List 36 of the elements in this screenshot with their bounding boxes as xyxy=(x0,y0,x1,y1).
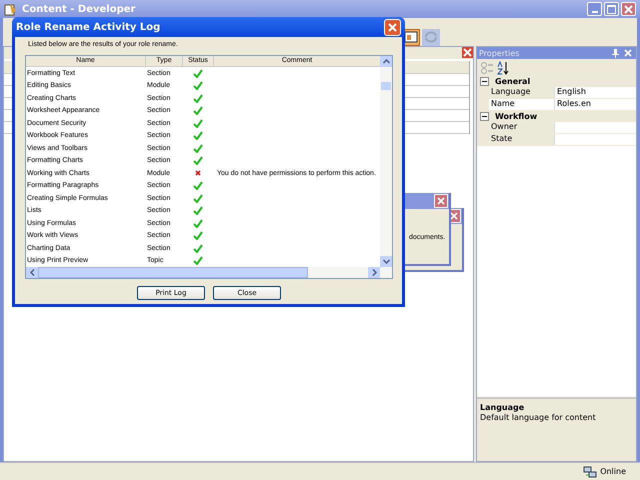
maximize-button[interactable] xyxy=(604,2,619,16)
network-icon xyxy=(583,466,598,478)
close-icon[interactable] xyxy=(434,194,448,208)
property-value[interactable]: Roles.en xyxy=(555,99,636,110)
scroll-down-icon[interactable] xyxy=(382,259,390,264)
dialog-title: Role Rename Activity Log xyxy=(16,22,160,32)
close-icon[interactable] xyxy=(624,49,632,57)
sort-icon[interactable] xyxy=(496,60,510,74)
close-icon[interactable] xyxy=(462,47,473,58)
maximize-icon xyxy=(607,4,616,14)
property-name[interactable]: Name xyxy=(489,99,555,110)
scroll-left-icon[interactable] xyxy=(30,269,34,276)
app-icon xyxy=(4,2,17,16)
description-text: Default language for content xyxy=(480,413,596,422)
window-title: Content - Developer xyxy=(22,4,136,14)
collapse-icon[interactable] xyxy=(480,77,489,86)
property-name[interactable]: Owner xyxy=(489,122,555,133)
category-label: Workflow xyxy=(495,112,538,121)
description-title: Language xyxy=(480,403,524,412)
category-label: General xyxy=(495,77,530,86)
property-name[interactable]: Language xyxy=(489,87,555,98)
minimize-icon xyxy=(592,10,598,12)
pin-icon[interactable] xyxy=(612,48,619,58)
close-icon[interactable] xyxy=(384,18,401,36)
property-value[interactable]: English xyxy=(555,87,636,98)
collapse-icon[interactable] xyxy=(480,112,489,121)
status-text: Online xyxy=(600,467,626,476)
close-icon[interactable] xyxy=(621,2,636,16)
scroll-thumb[interactable] xyxy=(381,82,391,90)
property-name[interactable]: State xyxy=(489,134,555,145)
horizontal-scrollbar[interactable] xyxy=(26,267,392,278)
scroll-up-icon[interactable] xyxy=(382,59,390,64)
minimize-button[interactable] xyxy=(587,2,602,16)
vertical-scrollbar[interactable] xyxy=(380,56,392,267)
scroll-right-icon[interactable] xyxy=(372,269,376,276)
panel-title: Properties xyxy=(479,48,520,58)
